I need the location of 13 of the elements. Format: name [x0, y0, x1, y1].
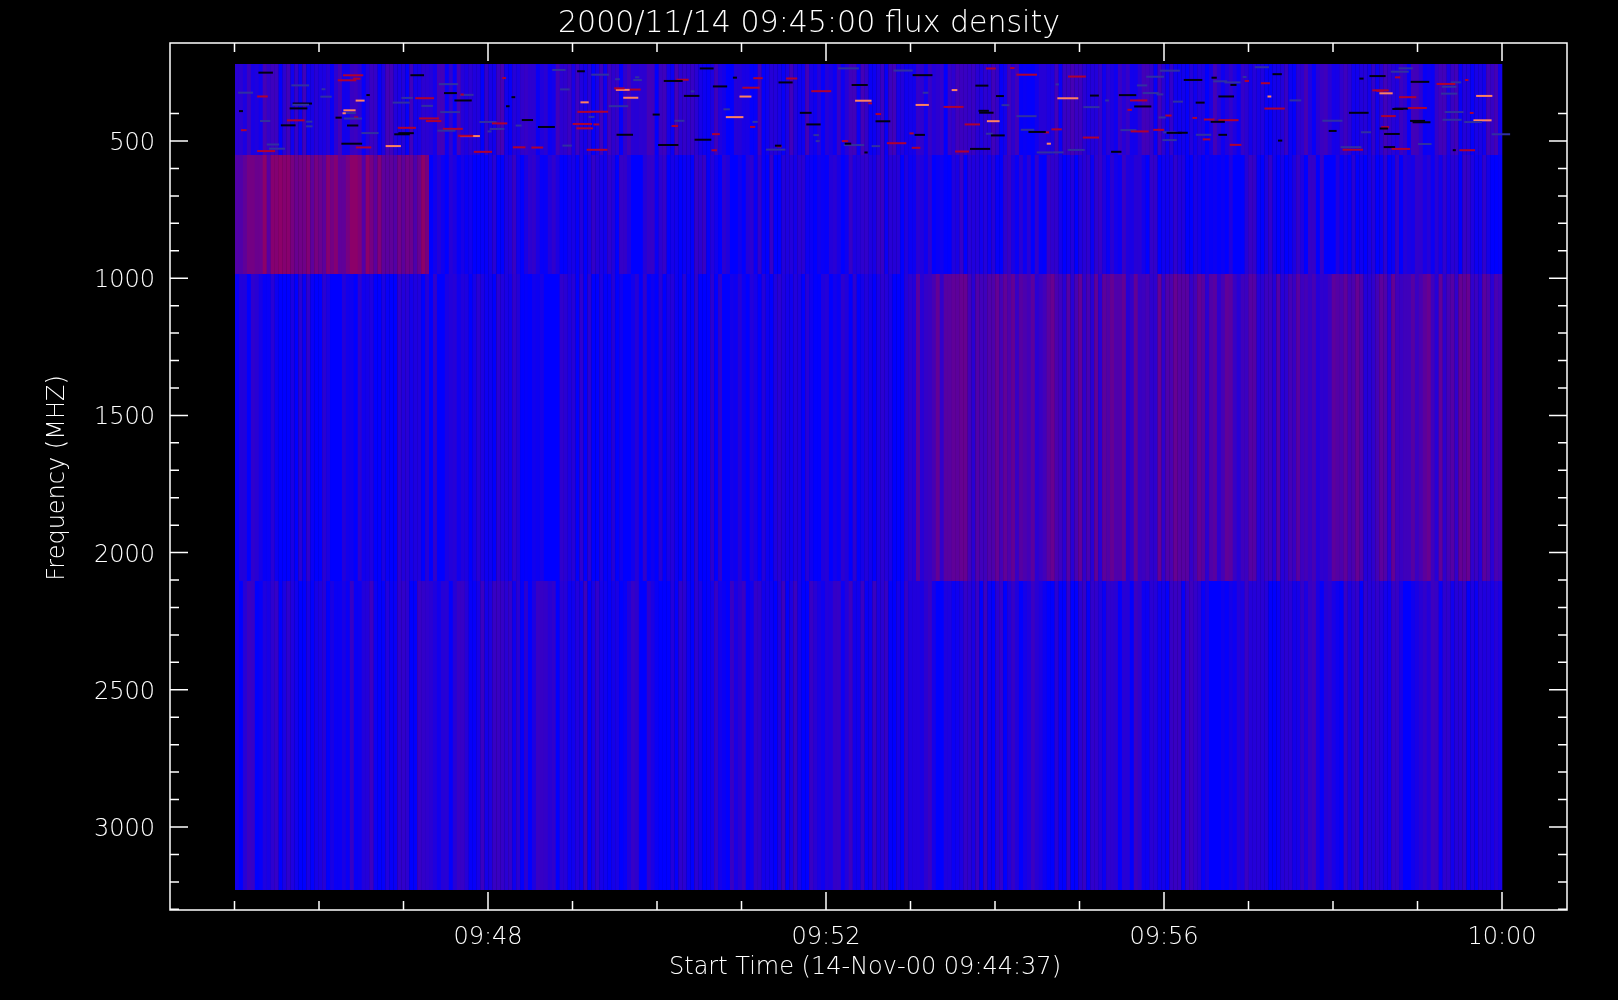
- axis-tick-label: 09:48: [453, 922, 523, 950]
- x-axis-title: Start Time (14-Nov-00 09:44:37): [669, 952, 1061, 980]
- axis-tick-label: 2000: [93, 539, 155, 568]
- y-axis-title: Frequency (MHZ): [42, 375, 70, 581]
- axis-tick-label: 1000: [93, 265, 155, 294]
- axis-tick-label: 1500: [93, 402, 155, 431]
- axis-tick-label: 09:52: [791, 922, 861, 950]
- axis-tick-label: 09:56: [1129, 922, 1199, 950]
- chart-title: 2000/11/14 09:45:00 flux density: [558, 4, 1060, 39]
- axis-tick-label: 2500: [93, 676, 155, 705]
- axis-tick-label: 3000: [93, 814, 155, 842]
- axis-tick-label: 500: [109, 128, 155, 156]
- axis-tick-label: 10:00: [1467, 922, 1537, 950]
